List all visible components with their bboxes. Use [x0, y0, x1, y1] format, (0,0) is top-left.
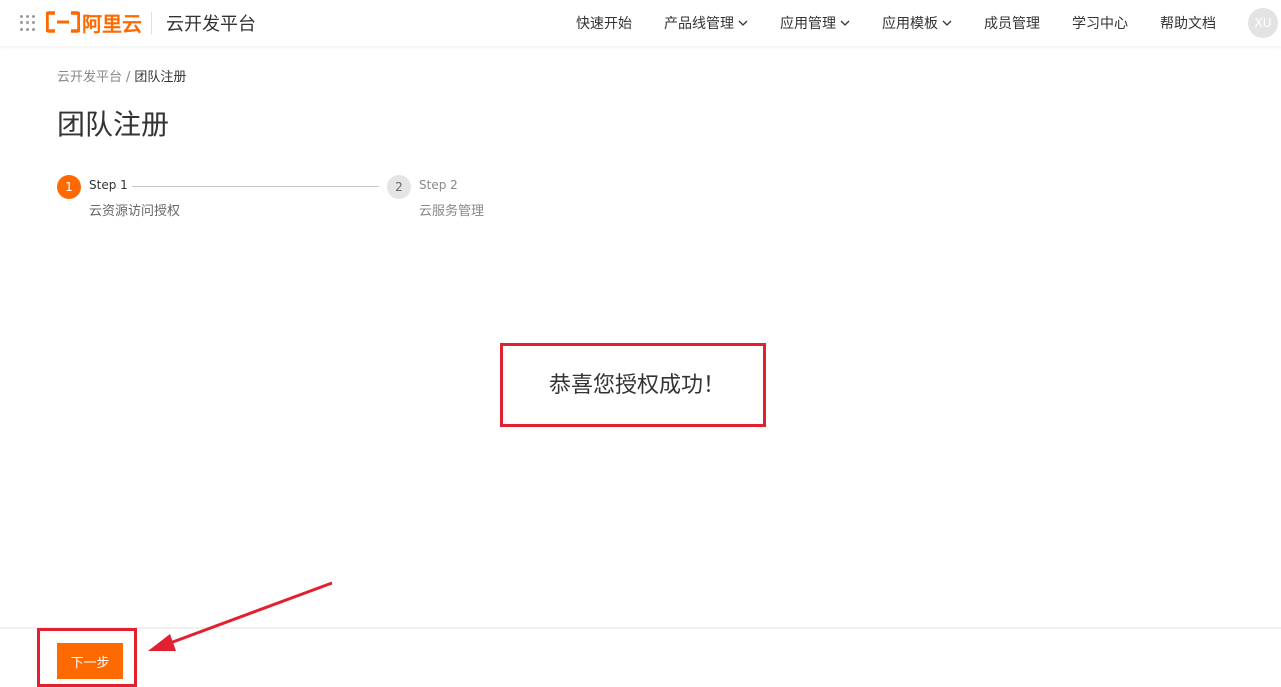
- annotation-arrow-icon: [148, 581, 333, 651]
- step-1-description: 云资源访问授权: [89, 204, 181, 219]
- nav-label: 帮助文档: [1160, 16, 1216, 32]
- success-message: 恭喜您授权成功！: [549, 373, 726, 398]
- nav-members[interactable]: 成员管理: [984, 13, 1040, 33]
- aliyun-logo[interactable]: 阿里云: [46, 9, 142, 36]
- step-indicator: 1 Step 1 云资源访问授权 2 Step 2 云服务管理: [57, 174, 557, 224]
- platform-title[interactable]: 云开发平台: [166, 10, 256, 36]
- top-navbar: 阿里云 云开发平台 快速开始 产品线管理 应用管理 应用模板 成员管理 学习中心…: [0, 0, 1281, 46]
- main-nav: 快速开始 产品线管理 应用管理 应用模板 成员管理 学习中心 帮助文档 XU: [576, 0, 1281, 46]
- nav-label: 应用管理: [780, 16, 836, 32]
- breadcrumb-separator: /: [126, 70, 131, 85]
- logo-divider: [151, 12, 152, 34]
- nav-label: 快速开始: [576, 16, 632, 32]
- nav-label: 学习中心: [1072, 16, 1128, 32]
- nav-learning-center[interactable]: 学习中心: [1072, 13, 1128, 33]
- breadcrumb: 云开发平台 / 团队注册: [57, 66, 186, 85]
- nav-quick-start[interactable]: 快速开始: [576, 13, 632, 33]
- nav-app-templates[interactable]: 应用模板: [882, 13, 952, 33]
- app-grid-icon[interactable]: [20, 15, 36, 31]
- step-2-title: Step 2: [419, 178, 458, 192]
- breadcrumb-root[interactable]: 云开发平台: [57, 70, 122, 85]
- step-1-circle: 1: [57, 175, 81, 199]
- chevron-down-icon: [738, 20, 748, 26]
- step-connector: [132, 186, 379, 187]
- nav-label: 成员管理: [984, 16, 1040, 32]
- page-title: 团队注册: [57, 108, 170, 141]
- nav-label: 产品线管理: [664, 16, 734, 32]
- step-2-circle: 2: [387, 175, 411, 199]
- user-avatar[interactable]: XU: [1248, 8, 1278, 38]
- nav-app-management[interactable]: 应用管理: [780, 13, 850, 33]
- nav-label: 应用模板: [882, 16, 938, 32]
- chevron-down-icon: [840, 20, 850, 26]
- chevron-down-icon: [942, 20, 952, 26]
- step-2-description: 云服务管理: [419, 204, 485, 219]
- logo-text: 阿里云: [82, 11, 142, 36]
- nav-help-docs[interactable]: 帮助文档: [1160, 13, 1216, 33]
- next-button-highlight-box: [37, 628, 137, 687]
- breadcrumb-current: 团队注册: [134, 70, 187, 85]
- step-1-title: Step 1: [89, 178, 128, 192]
- aliyun-logo-mark-icon: [46, 11, 80, 33]
- nav-product-line[interactable]: 产品线管理: [664, 13, 748, 33]
